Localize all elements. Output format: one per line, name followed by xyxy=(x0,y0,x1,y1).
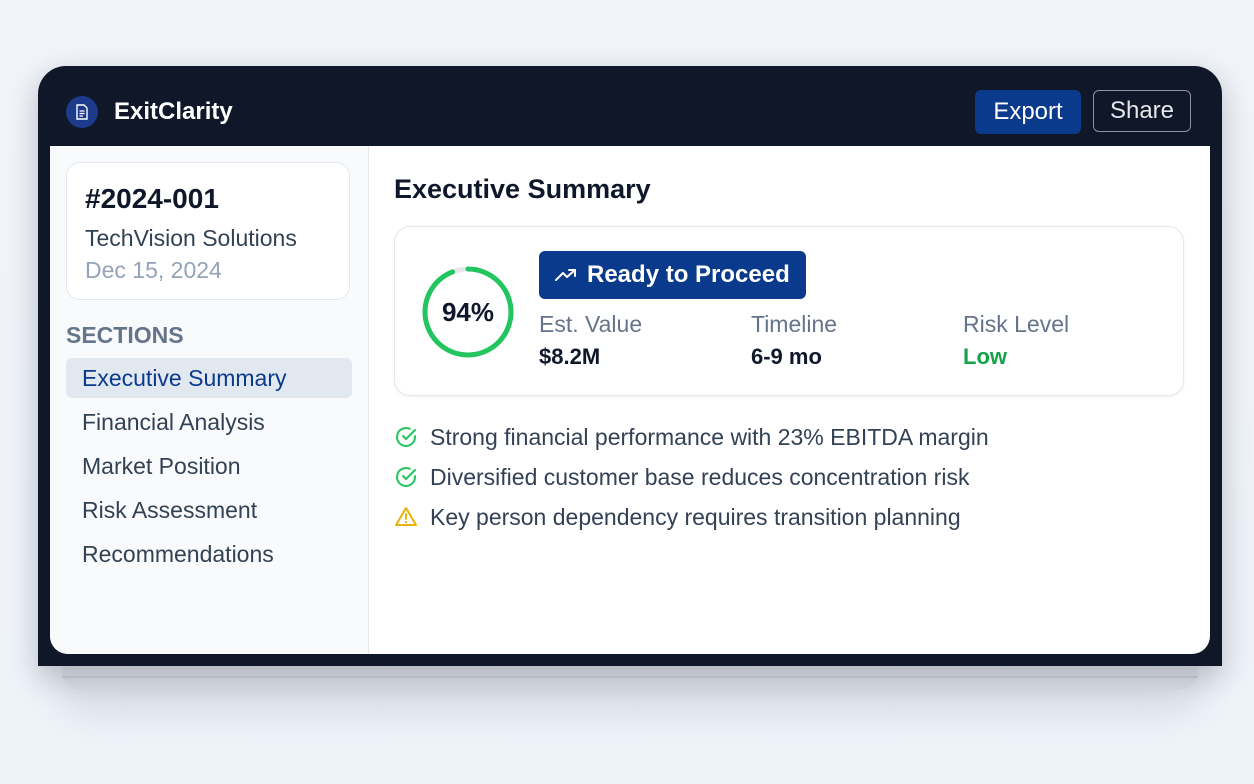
readiness-score: 94% xyxy=(441,296,495,327)
trending-up-icon xyxy=(555,269,576,281)
top-bar: ExitClarity Export Share xyxy=(50,78,1210,146)
metric-value: 6-9 mo xyxy=(751,344,822,369)
export-button[interactable]: Export xyxy=(975,90,1081,134)
metric-label: Risk Level xyxy=(963,311,1070,337)
deal-card[interactable]: #2024-001 TechVision Solutions Dec 15, 2… xyxy=(66,162,350,300)
page-title: Executive Summary xyxy=(394,174,651,204)
warning-triangle-icon xyxy=(395,507,417,526)
finding-text: Diversified customer base reduces concen… xyxy=(430,463,970,490)
summary-card: 94% Ready to Proceed Est. Value $8.2M Ti… xyxy=(394,226,1184,396)
check-circle-icon xyxy=(396,427,416,447)
finding-item: Strong financial performance with 23% EB… xyxy=(394,422,989,452)
status-badge: Ready to Proceed xyxy=(539,251,806,299)
deal-company: TechVision Solutions xyxy=(85,225,297,251)
finding-item: Diversified customer base reduces concen… xyxy=(394,462,969,492)
app-window: ExitClarity Export Share #2024-001 TechV… xyxy=(50,78,1210,654)
metric-label: Timeline xyxy=(751,311,838,337)
sidebar-item-recommendations[interactable]: Recommendations xyxy=(66,534,352,574)
sidebar-item-risk-assessment[interactable]: Risk Assessment xyxy=(66,490,352,530)
content-area: #2024-001 TechVision Solutions Dec 15, 2… xyxy=(50,146,1210,654)
app-title: ExitClarity xyxy=(114,98,233,125)
metric-label: Est. Value xyxy=(539,311,643,337)
deal-id: #2024-001 xyxy=(85,183,219,214)
sidebar-item-market-position[interactable]: Market Position xyxy=(66,446,352,486)
metric-est-value: Est. Value $8.2M xyxy=(539,311,642,370)
document-icon xyxy=(66,96,98,128)
finding-text: Key person dependency requires transitio… xyxy=(430,503,961,530)
check-circle-icon xyxy=(396,467,416,487)
sidebar: #2024-001 TechVision Solutions Dec 15, 2… xyxy=(50,146,369,654)
sidebar-item-executive-summary[interactable]: Executive Summary xyxy=(66,358,352,398)
sidebar-item-financial-analysis[interactable]: Financial Analysis xyxy=(66,402,352,442)
status-label: Ready to Proceed xyxy=(587,261,790,288)
metric-value: Low xyxy=(963,344,1007,369)
share-button[interactable]: Share xyxy=(1093,90,1191,132)
main-panel: Executive Summary 94% Ready to Proceed E… xyxy=(368,146,1210,654)
deal-date: Dec 15, 2024 xyxy=(85,257,222,283)
finding-item: Key person dependency requires transitio… xyxy=(394,502,961,532)
metric-value: $8.2M xyxy=(539,344,601,369)
metric-risk-level: Risk Level Low xyxy=(963,311,1069,370)
sections-heading: SECTIONS xyxy=(66,322,184,348)
metric-timeline: Timeline 6-9 mo xyxy=(751,311,837,370)
finding-text: Strong financial performance with 23% EB… xyxy=(430,423,989,450)
